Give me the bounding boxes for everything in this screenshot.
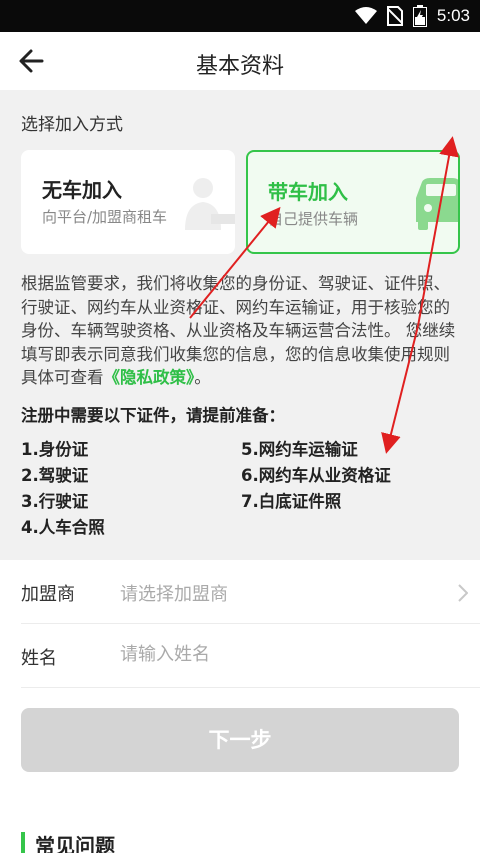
franchise-label: 加盟商 <box>21 584 75 605</box>
requirement-item: 1.身份证 <box>21 440 89 459</box>
next-step-button[interactable]: 下一步 <box>21 708 459 772</box>
faq-accent-bar <box>21 832 25 853</box>
person-key-icon <box>185 178 235 230</box>
requirement-item: 6.网约车从业资格证 <box>241 466 391 485</box>
franchise-select[interactable]: 请选择加盟商 <box>120 580 420 606</box>
join-option-with-car[interactable]: 带车加入 自己提供车辆 <box>246 150 460 254</box>
privacy-policy-link[interactable]: 《隐私政策》 <box>104 368 195 387</box>
requirement-item: 4.人车合照 <box>21 518 105 537</box>
page-title: 基本资料 <box>195 54 284 79</box>
option-subtitle: 向平台/加盟商租车 <box>42 208 168 226</box>
name-input[interactable] <box>120 644 420 665</box>
requirement-item: 5.网约车运输证 <box>241 440 358 459</box>
franchise-row[interactable]: 加盟商 请选择加盟商 <box>0 560 480 624</box>
name-label: 姓名 <box>21 648 57 669</box>
battery-icon <box>412 5 427 27</box>
option-subtitle: 自己提供车辆 <box>268 210 359 228</box>
requirement-item: 2.驾驶证 <box>21 466 89 485</box>
faq-title: 常见问题 <box>35 834 115 853</box>
option-title: 带车加入 <box>268 180 348 204</box>
car-icon <box>416 178 458 230</box>
requirement-item: 3.行驶证 <box>21 492 89 511</box>
wifi-icon <box>354 7 377 24</box>
join-method-label: 选择加入方式 <box>21 115 123 135</box>
notice-suffix: 。 <box>194 368 211 387</box>
no-sim-icon <box>386 6 403 26</box>
join-option-no-car[interactable]: 无车加入 向平台/加盟商租车 <box>21 150 235 254</box>
notice-text: 根据监管要求，我们将收集您的身份证、驾驶证、证件照、行驶证、网约车从业资格证、网… <box>21 274 456 387</box>
status-time: 5:03 <box>436 6 470 25</box>
chevron-right-icon <box>458 584 468 602</box>
app-header: 基本资料 <box>0 32 480 90</box>
divider <box>21 687 480 688</box>
name-row: 姓名 <box>0 624 480 688</box>
status-bar: 5:03 <box>0 0 480 32</box>
option-title: 无车加入 <box>42 178 122 202</box>
requirement-item: 7.白底证件照 <box>241 492 342 511</box>
privacy-notice: 根据监管要求，我们将收集您的身份证、驾驶证、证件照、行驶证、网约车从业资格证、网… <box>21 272 463 390</box>
requirements-title: 注册中需要以下证件，请提前准备： <box>21 406 285 425</box>
